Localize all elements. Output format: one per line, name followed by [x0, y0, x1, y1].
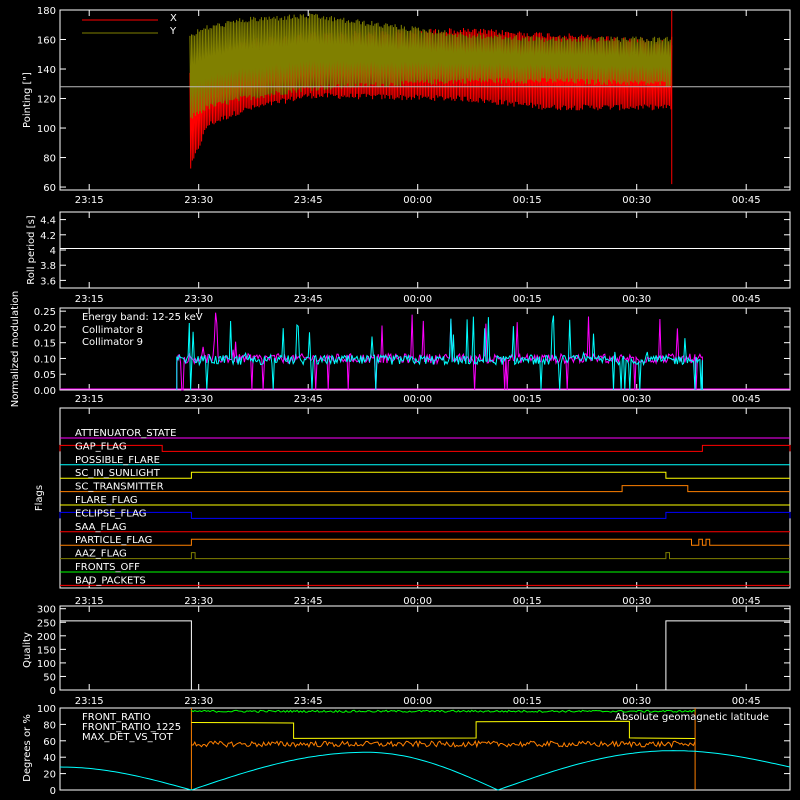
- flag-label-eclipse_flag: ECLIPSE_FLAG: [75, 508, 146, 519]
- legend-label-collimator-9: Collimator 9: [82, 337, 143, 348]
- y-tick-label: 40: [43, 753, 56, 764]
- flags-ylabel: Flags: [34, 485, 45, 511]
- x-tick-label: 23:45: [294, 294, 323, 305]
- x-tick-label: 00:15: [513, 596, 542, 607]
- flag-label-attenuator_state: ATTENUATOR_STATE: [75, 428, 176, 439]
- y-tick-label: 0.15: [34, 339, 56, 350]
- y-tick-label: 0.25: [34, 307, 56, 318]
- x-tick-label: 23:15: [75, 596, 104, 607]
- y-tick-label: 100: [37, 659, 56, 670]
- x-tick-label: 00:45: [732, 294, 761, 305]
- y-tick-label: 200: [37, 632, 56, 643]
- x-tick-label: 00:15: [513, 696, 542, 707]
- x-tick-label: 00:45: [732, 696, 761, 707]
- x-tick-label: 00:45: [732, 596, 761, 607]
- y-tick-label: 4.2: [40, 231, 56, 242]
- modulation-legend: Collimator 8Collimator 9: [82, 325, 143, 348]
- geomag-latitude-annotation: Absolute geomagnetic latitude: [615, 712, 769, 723]
- modulation-ylabel: Normalized modulation: [10, 291, 21, 408]
- x-tick-label: 23:30: [184, 394, 213, 405]
- y-tick-label: 60: [43, 183, 56, 194]
- legend-label-collimator-8: Collimator 8: [82, 325, 143, 336]
- y-tick-label: 0.10: [34, 354, 56, 365]
- x-tick-label: 00:45: [732, 195, 761, 206]
- y-tick-label: 0.00: [34, 386, 56, 397]
- x-tick-label: 00:00: [403, 596, 432, 607]
- y-tick-label: 120: [37, 95, 56, 106]
- legend-label-max_det_vs_tot: MAX_DET_VS_TOT: [82, 732, 174, 743]
- y-tick-label: 100: [37, 704, 56, 715]
- flag-label-bad_packets: BAD_PACKETS: [75, 575, 146, 586]
- x-tick-label: 23:45: [294, 596, 323, 607]
- energy-band-annotation: Energy band: 12-25 keV: [82, 312, 203, 323]
- x-tick-label: 23:15: [75, 696, 104, 707]
- flag-label-sc_in_sunlight: SC_IN_SUNLIGHT: [75, 468, 161, 479]
- x-tick-label: 00:15: [513, 294, 542, 305]
- y-tick-label: 3.6: [40, 276, 56, 287]
- y-tick-label: 20: [43, 770, 56, 781]
- flag-label-fronts_off: FRONTS_OFF: [75, 562, 140, 573]
- roll-ylabel: Roll period [s]: [26, 215, 37, 284]
- y-tick-label: 80: [43, 154, 56, 165]
- x-tick-label: 23:30: [184, 195, 213, 206]
- x-tick-label: 23:15: [75, 394, 104, 405]
- flag-label-saa_flag: SAA_FLAG: [75, 522, 126, 533]
- figure-background: [0, 0, 800, 800]
- y-tick-label: 0: [50, 686, 56, 697]
- flag-label-possible_flare: POSSIBLE_FLARE: [75, 455, 160, 466]
- y-tick-label: 0.20: [34, 323, 56, 334]
- y-tick-label: 150: [37, 645, 56, 656]
- y-tick-label: 60: [43, 737, 56, 748]
- x-tick-label: 00:15: [513, 394, 542, 405]
- flag-label-gap_flag: GAP_FLAG: [75, 441, 127, 452]
- y-tick-label: 50: [43, 672, 56, 683]
- y-tick-label: 3.8: [40, 261, 56, 272]
- y-tick-label: 160: [37, 36, 56, 47]
- x-tick-label: 00:30: [622, 394, 651, 405]
- x-tick-label: 23:45: [294, 696, 323, 707]
- x-tick-label: 23:45: [294, 195, 323, 206]
- x-tick-label: 23:45: [294, 394, 323, 405]
- x-tick-label: 23:30: [184, 696, 213, 707]
- y-tick-label: 0: [50, 786, 56, 797]
- x-tick-label: 00:00: [403, 696, 432, 707]
- y-tick-label: 140: [37, 65, 56, 76]
- flag-label-aaz_flag: AAZ_FLAG: [75, 549, 127, 560]
- y-tick-label: 4.4: [40, 216, 56, 227]
- ratio-ylabel: Degrees or %: [22, 714, 33, 782]
- legend-label-x: X: [170, 13, 177, 24]
- x-tick-label: 00:30: [622, 294, 651, 305]
- y-tick-label: 250: [37, 618, 56, 629]
- x-tick-label: 23:15: [75, 294, 104, 305]
- y-tick-label: 300: [37, 605, 56, 616]
- x-tick-label: 00:30: [622, 195, 651, 206]
- x-tick-label: 00:00: [403, 294, 432, 305]
- x-tick-label: 00:00: [403, 394, 432, 405]
- x-tick-label: 00:45: [732, 394, 761, 405]
- y-tick-label: 0.05: [34, 370, 56, 381]
- quality-ylabel: Quality: [22, 632, 33, 668]
- x-tick-label: 00:15: [513, 195, 542, 206]
- pointing-ylabel: Pointing ["]: [22, 72, 33, 128]
- flag-label-flare_flag: FLARE_FLAG: [75, 495, 138, 506]
- y-tick-label: 100: [37, 124, 56, 135]
- x-tick-label: 00:00: [403, 195, 432, 206]
- x-tick-label: 23:30: [184, 596, 213, 607]
- rhessi-summary-figure: Pointing ["] 60 80 100 120 140 160 180 23:15 23…: [0, 0, 800, 800]
- x-tick-label: 23:15: [75, 195, 104, 206]
- legend-label-y: Y: [169, 26, 177, 37]
- y-tick-label: 4: [50, 246, 56, 257]
- x-tick-label: 00:30: [622, 696, 651, 707]
- y-tick-label: 180: [37, 6, 56, 17]
- y-tick-label: 80: [43, 720, 56, 731]
- flag-label-sc_transmitter: SC_TRANSMITTER: [75, 482, 164, 493]
- x-tick-label: 00:30: [622, 596, 651, 607]
- flag-label-particle_flag: PARTICLE_FLAG: [75, 535, 152, 546]
- x-tick-label: 23:30: [184, 294, 213, 305]
